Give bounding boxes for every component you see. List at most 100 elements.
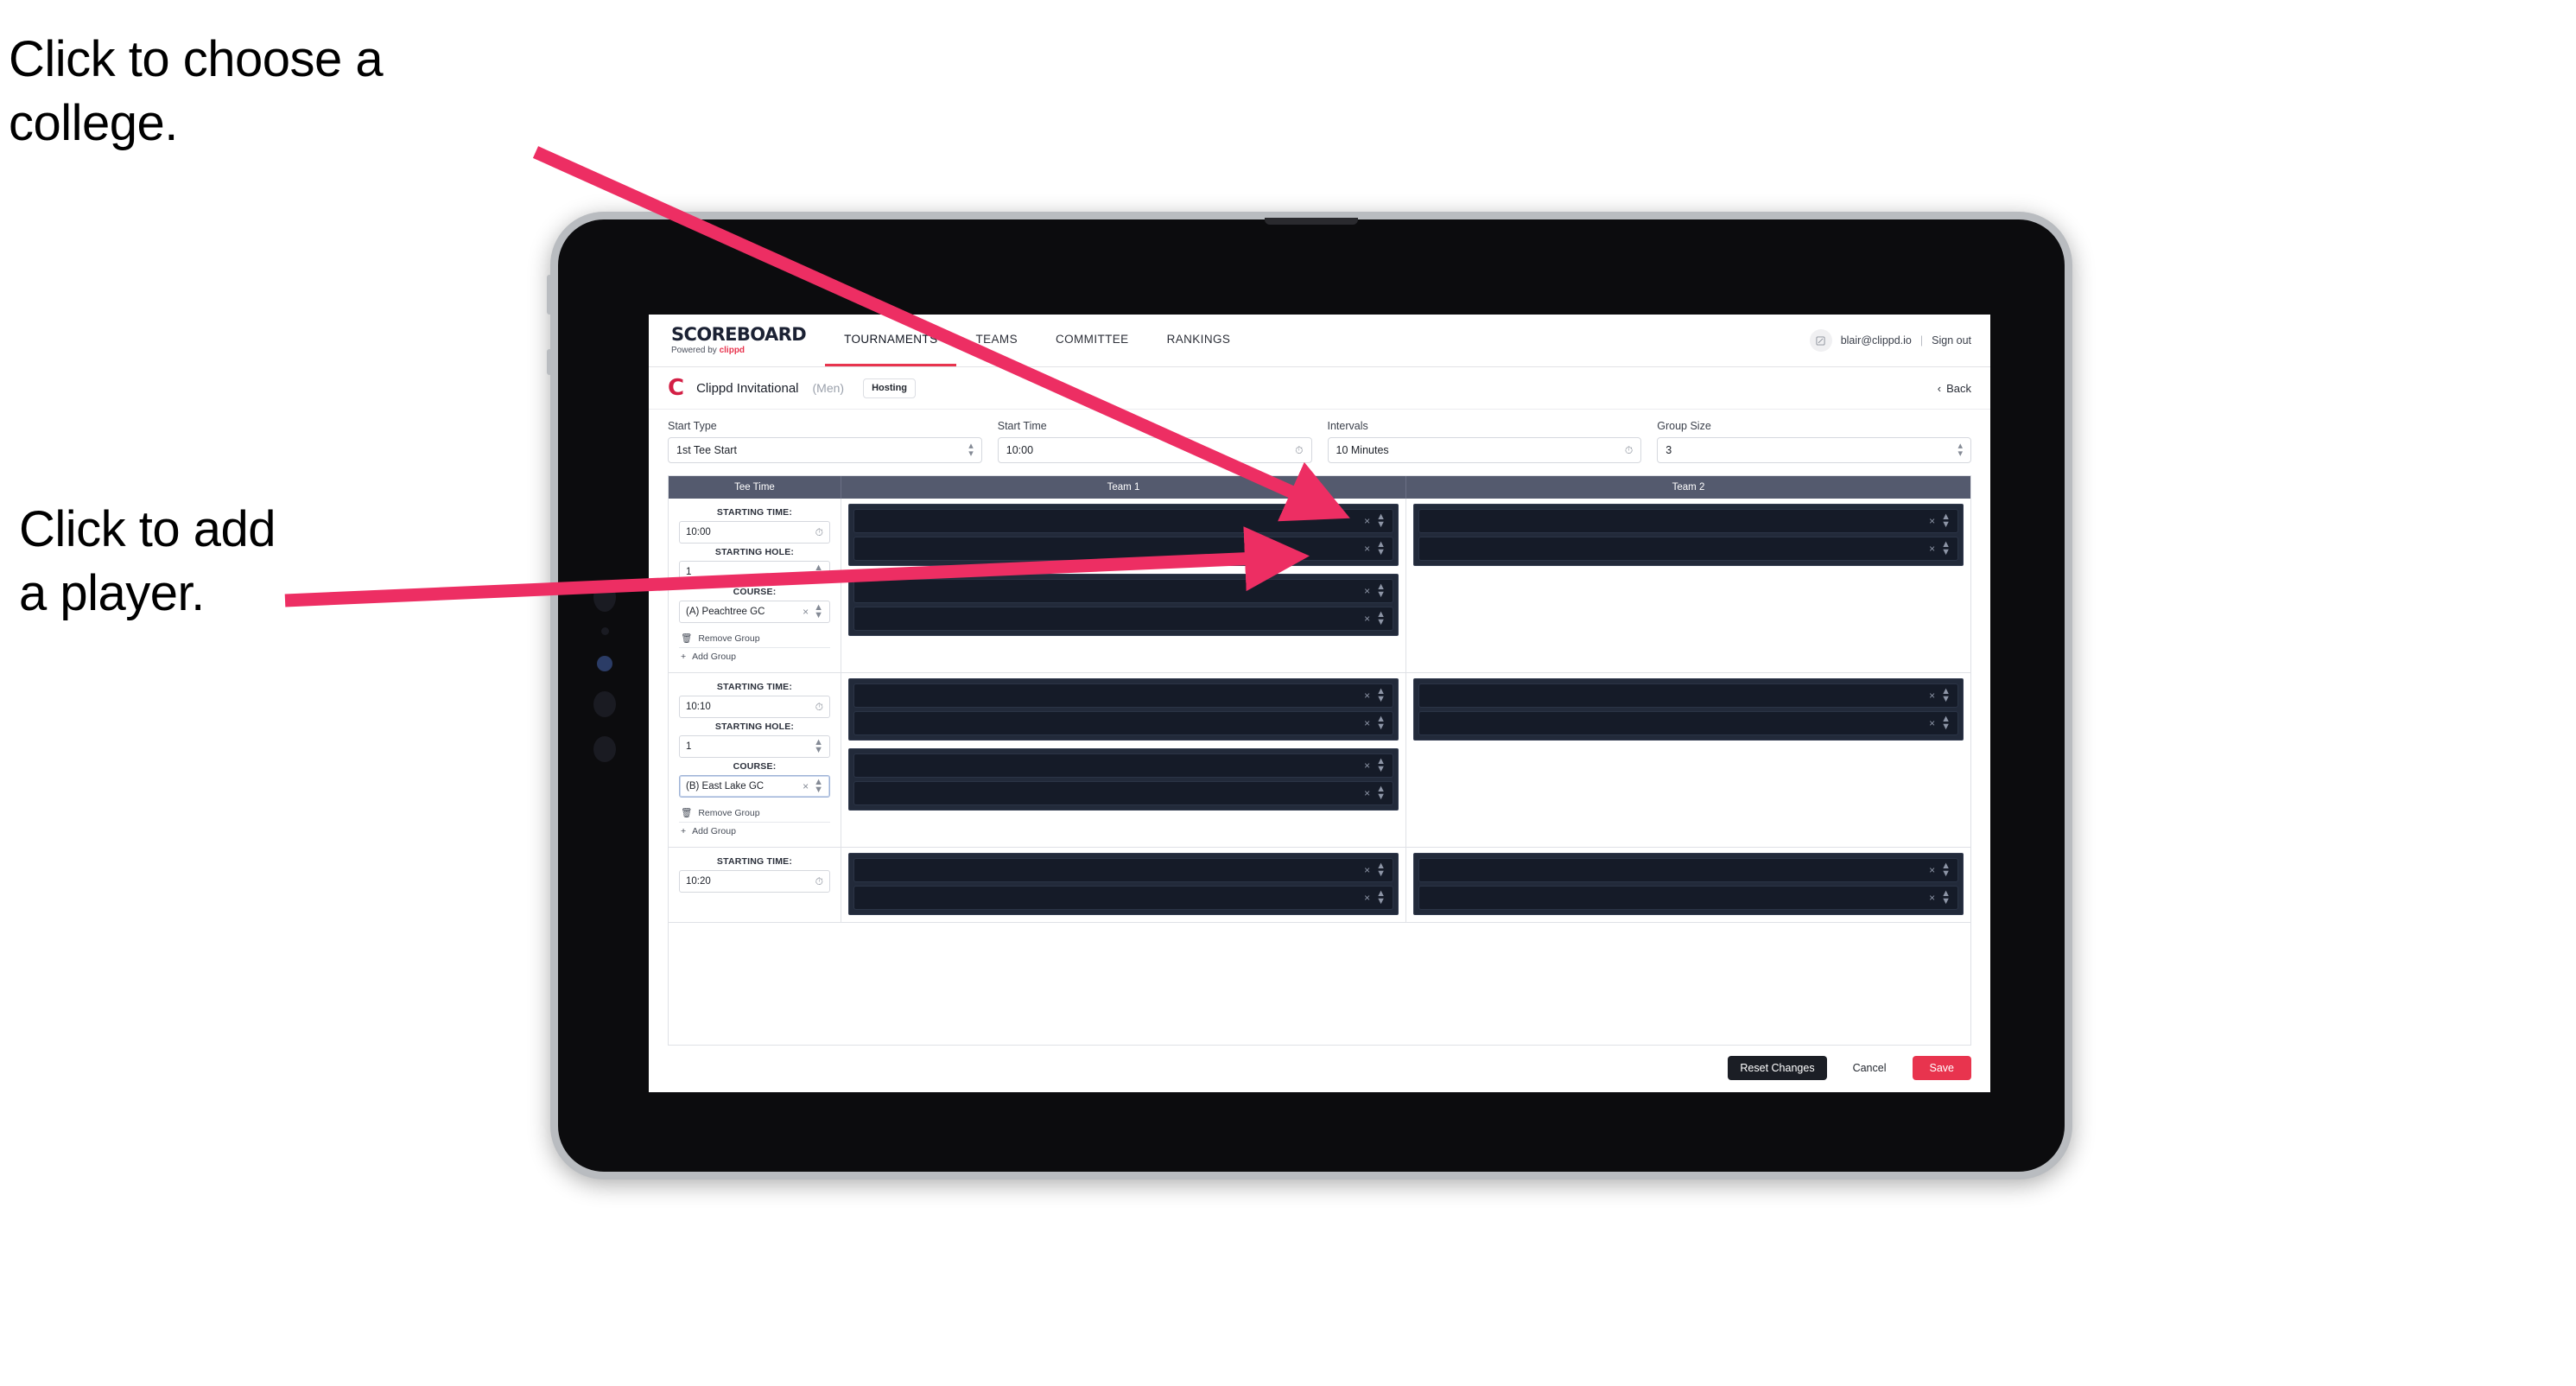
nav-tab-tournaments[interactable]: TOURNAMENTS — [825, 315, 957, 366]
course-label: COURSE: — [733, 761, 777, 772]
player-slot[interactable]: × ▲ ▼ — [853, 753, 1393, 778]
player-slot[interactable]: × ▲ ▼ — [1418, 509, 1958, 533]
close-x-icon[interactable]: × — [1364, 717, 1370, 729]
player-slot[interactable]: × ▲ ▼ — [853, 607, 1393, 631]
starting-time-label: STARTING TIME: — [716, 507, 793, 518]
sign-out-link[interactable]: Sign out — [1932, 334, 1971, 346]
nav-tabs: TOURNAMENTS TEAMS COMMITTEE RANKINGS — [825, 315, 1249, 366]
starting-time-input[interactable]: 10:10 ⏱ — [679, 696, 830, 718]
starting-hole-label: STARTING HOLE: — [714, 547, 795, 557]
starting-time-input[interactable]: 10:00 ⏱ — [679, 521, 830, 544]
starting-hole-label: STARTING HOLE: — [714, 722, 795, 732]
player-slot[interactable]: × ▲ ▼ — [1418, 683, 1958, 708]
field-value: 10:20 — [686, 876, 711, 887]
close-x-icon[interactable]: × — [1929, 690, 1935, 702]
add-group-label: Add Group — [692, 652, 736, 662]
close-x-icon[interactable]: × — [803, 606, 809, 618]
close-x-icon[interactable]: × — [1364, 787, 1370, 799]
player-slot[interactable]: × ▲ ▼ — [1418, 858, 1958, 882]
close-x-icon[interactable]: × — [1364, 613, 1370, 625]
player-slot[interactable]: × ▲ ▼ — [853, 886, 1393, 910]
bezel-dot — [593, 691, 616, 717]
player-slot[interactable]: × ▲ ▼ — [1418, 537, 1958, 561]
screenshot-stage: Click to choose a college. Click to add a … — [0, 0, 2576, 1386]
field-value: 3 — [1666, 444, 1672, 456]
course-select[interactable]: (A) Peachtree GC × ▲ ▼ — [679, 601, 830, 623]
stepper-icon: ▲ ▼ — [1376, 860, 1386, 879]
volume-button[interactable] — [547, 349, 552, 375]
plus-icon: + — [681, 826, 687, 836]
table-row: STARTING TIME: 10:00 ⏱ STARTING HOLE: 1 ▲ ▼ COU… — [669, 499, 1970, 673]
player-slot[interactable]: × ▲ ▼ — [853, 781, 1393, 805]
starting-hole-input[interactable]: 1 ▲ ▼ — [679, 735, 830, 758]
team-1-cell: × ▲ ▼ × ▲ ▼ × ▲ ▼ × ▲ ▼ — [841, 673, 1406, 847]
close-x-icon[interactable]: × — [1364, 543, 1370, 555]
player-slot[interactable]: × ▲ ▼ — [853, 509, 1393, 533]
close-x-icon[interactable]: × — [1364, 760, 1370, 772]
power-button[interactable] — [547, 275, 552, 315]
stepper-icon: ▲ ▼ — [1941, 860, 1951, 879]
stepper-icon: ▴ ▾ — [968, 440, 974, 459]
remove-group-button[interactable]: 🗑 Remove Group — [679, 629, 830, 647]
remove-group-button[interactable]: 🗑 Remove Group — [679, 804, 830, 822]
brand-logo[interactable]: SCOREBOARD Powered by clippd — [649, 315, 825, 366]
add-group-button[interactable]: + Add Group — [679, 822, 830, 840]
player-slot[interactable]: × ▲ ▼ — [1418, 886, 1958, 910]
add-group-button[interactable]: + Add Group — [679, 647, 830, 665]
close-x-icon[interactable]: × — [1364, 690, 1370, 702]
brand-subtitle: Powered by clippd — [671, 346, 806, 355]
bezel-dot — [593, 582, 616, 612]
hosting-badge[interactable]: Hosting — [863, 378, 917, 398]
stepper-icon: ▲ ▼ — [1376, 755, 1386, 774]
clippd-logo-icon: C — [668, 375, 685, 401]
user-avatar-icon[interactable] — [1809, 329, 1832, 352]
player-slot[interactable]: × ▲ ▼ — [1418, 711, 1958, 735]
table-row: STARTING TIME: 10:10 ⏱ STARTING HOLE: 1 ▲ ▼ COU… — [669, 673, 1970, 848]
nav-tab-rankings[interactable]: RANKINGS — [1148, 315, 1250, 366]
starting-hole-input[interactable]: 1 ▲ ▼ — [679, 561, 830, 583]
player-slot[interactable]: × ▲ ▼ — [853, 683, 1393, 708]
remove-group-label: Remove Group — [698, 807, 760, 818]
start-time-input[interactable]: 10:00 ⏱ — [997, 437, 1312, 463]
stepper-icon: ▲ ▼ — [1376, 538, 1386, 557]
player-slot[interactable]: × ▲ ▼ — [853, 711, 1393, 735]
close-x-icon[interactable]: × — [1364, 515, 1370, 527]
close-x-icon[interactable]: × — [1929, 515, 1935, 527]
back-link[interactable]: ‹ Back — [1938, 382, 1971, 395]
close-x-icon[interactable]: × — [1364, 892, 1370, 904]
team-2-cell: × ▲ ▼ × ▲ ▼ — [1406, 848, 1970, 922]
close-x-icon[interactable]: × — [1929, 892, 1935, 904]
close-x-icon[interactable]: × — [803, 780, 809, 792]
cancel-button[interactable]: Cancel — [1841, 1056, 1899, 1081]
field-value: 10 Minutes — [1336, 444, 1389, 456]
save-button[interactable]: Save — [1912, 1055, 1971, 1080]
player-slot[interactable]: × ▲ ▼ — [853, 537, 1393, 561]
starting-time-input[interactable]: 10:20 ⏱ — [679, 870, 830, 893]
start-type-select[interactable]: 1st Tee Start ▴ ▾ — [668, 437, 982, 463]
intervals-input[interactable]: 10 Minutes ⏱ — [1327, 437, 1642, 463]
player-slot[interactable]: × ▲ ▼ — [853, 579, 1393, 603]
close-x-icon[interactable]: × — [1929, 864, 1935, 876]
player-slot[interactable]: × ▲ ▼ — [853, 858, 1393, 882]
remove-group-label: Remove Group — [698, 633, 760, 644]
course-select[interactable]: (B) East Lake GC × ▲ ▼ — [679, 775, 830, 798]
nav-tab-teams[interactable]: TEAMS — [956, 315, 1037, 366]
camera-notch — [1265, 218, 1358, 225]
chevron-left-icon: ‹ — [1937, 381, 1942, 395]
starting-time-label: STARTING TIME: — [716, 856, 793, 867]
field-value: 1 — [686, 567, 692, 577]
close-x-icon[interactable]: × — [1364, 864, 1370, 876]
tee-times-table: Tee Time Team 1 Team 2 STARTING TIME: 10:… — [668, 475, 1971, 1046]
close-x-icon[interactable]: × — [1364, 585, 1370, 597]
reset-changes-button[interactable]: Reset Changes — [1728, 1055, 1827, 1080]
nav-tab-committee[interactable]: COMMITTEE — [1037, 315, 1148, 366]
group-size-select[interactable]: 3 ▴ ▾ — [1657, 437, 1971, 463]
player-group: × ▲ ▼ × ▲ ▼ — [848, 678, 1399, 741]
field-group-size: Group Size 3 ▴ ▾ — [1657, 420, 1971, 463]
close-x-icon[interactable]: × — [1929, 717, 1935, 729]
close-x-icon[interactable]: × — [1929, 543, 1935, 555]
group-links: 🗑 Remove Group + Add Group — [679, 629, 830, 665]
stepper-icon: ▲ ▼ — [1941, 511, 1951, 530]
field-value: 10:10 — [686, 702, 711, 712]
player-group: × ▲ ▼ × ▲ ▼ — [848, 574, 1399, 636]
